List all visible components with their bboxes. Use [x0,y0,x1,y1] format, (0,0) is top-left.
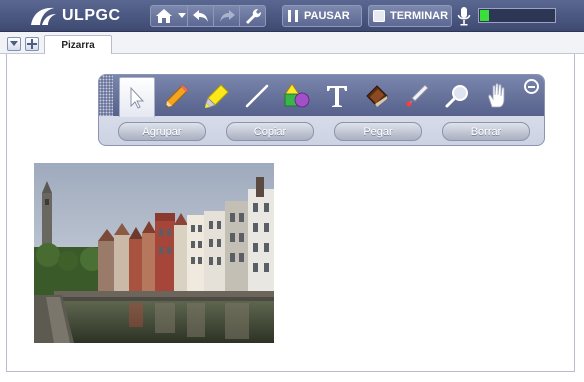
undo-icon [192,10,208,22]
tab-label: Pizarra [61,40,95,51]
canal-city-photo [34,163,274,343]
line-icon [245,84,269,108]
paste-button[interactable]: Pegar [334,122,422,141]
home-icon [156,9,172,23]
tab-strip: Pizarra [0,32,584,55]
eraser-icon [366,85,388,107]
redo-icon [219,10,235,22]
pause-button[interactable]: PAUSAR [282,5,362,27]
redo-button[interactable] [213,6,239,26]
microphone-icon[interactable] [457,6,471,26]
pencil-icon [165,84,189,108]
toolbox-drag-handle[interactable] [99,75,113,116]
home-dropdown-button[interactable] [177,6,187,26]
line-tool[interactable] [239,78,275,114]
pencil-tool[interactable] [159,78,195,114]
collapse-arrow-icon [10,41,18,46]
add-tab-icon [27,39,37,49]
shapes-icon [283,83,310,108]
wrench-icon [245,9,261,24]
delete-label: Borrar [470,125,502,138]
brand-name: ULPGC [62,7,121,24]
audio-level-meter [478,8,556,23]
drawing-toolbox: Agrupar Copiar Pegar Borrar [98,74,545,146]
pause-label: PAUSAR [304,10,350,22]
group-button[interactable]: Agrupar [118,122,206,141]
whiteboard-image[interactable] [34,163,274,343]
eraser-tool[interactable] [359,78,395,114]
home-button[interactable] [151,6,177,26]
tab-whiteboard[interactable]: Pizarra [44,35,112,55]
undo-button[interactable] [187,6,213,26]
delete-button[interactable]: Borrar [442,122,530,141]
paste-label: Pegar [363,125,393,138]
stop-button[interactable]: TERMINAR [368,5,452,27]
toolbox-minimize-button[interactable] [524,79,539,94]
stop-icon [373,10,385,22]
dropdown-arrow-icon [178,13,186,18]
group-label: Agrupar [142,125,182,138]
top-bar: ULPGC PAUSAR TERMINAR [0,0,584,32]
text-tool[interactable] [319,78,355,114]
text-icon [327,86,347,107]
stop-label: TERMINAR [390,10,449,22]
shapes-tool[interactable] [279,78,315,114]
minus-icon [528,85,535,88]
laser-pointer-tool[interactable] [399,78,435,114]
pointer-icon [130,86,145,109]
add-tab-button[interactable] [25,37,39,51]
navigation-tool-group [150,5,266,27]
zoom-tool[interactable] [439,78,475,114]
hand-tool[interactable] [479,78,515,114]
pause-icon [287,9,299,23]
highlighter-tool[interactable] [199,78,235,114]
collapse-button[interactable] [7,37,21,51]
laser-pointer-icon [406,84,429,107]
app-window: ULPGC PAUSAR TERMINAR Pizarra Agrupar Co… [0,0,584,382]
pointer-tool[interactable] [119,77,155,117]
logo-icon [31,7,56,25]
zoom-icon [445,85,468,108]
hand-icon [488,83,505,108]
settings-button[interactable] [239,6,265,26]
audio-level-fill [480,10,489,21]
highlighter-icon [205,84,229,108]
copy-label: Copiar [253,125,287,138]
copy-button[interactable]: Copiar [226,122,314,141]
